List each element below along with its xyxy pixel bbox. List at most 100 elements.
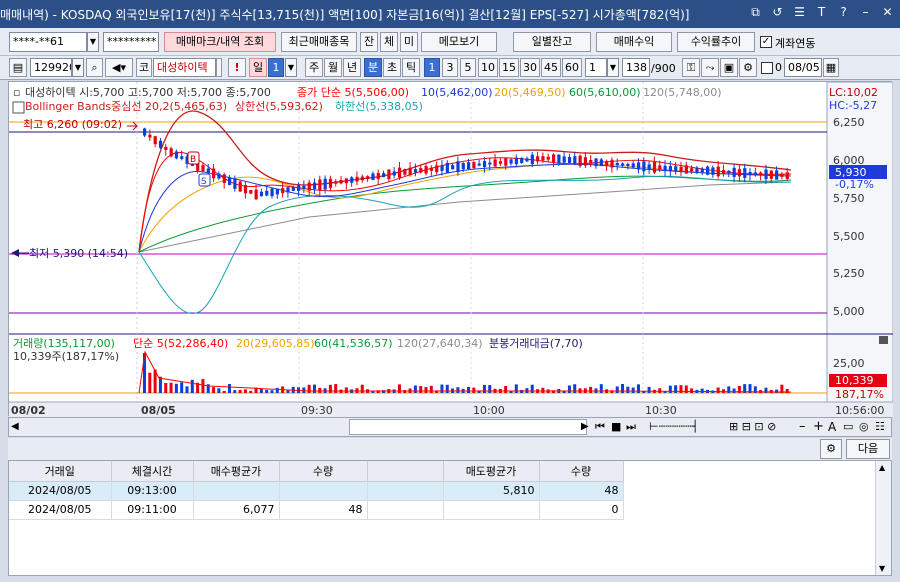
volume-bar <box>174 383 178 393</box>
sound-icon[interactable]: ◀▾ <box>105 58 133 77</box>
date-field[interactable]: 08/05 <box>784 58 822 77</box>
col-exec-time[interactable]: 체결시간 <box>111 461 194 482</box>
stock-code-field[interactable]: 129920 <box>30 58 72 77</box>
close-icon[interactable]: ✕ <box>879 4 896 21</box>
scroll-left-icon[interactable]: ◀ <box>11 421 19 432</box>
period-tick-button[interactable]: 틱 <box>402 58 420 77</box>
sell-marker[interactable]: S <box>201 177 207 187</box>
rewind-icon[interactable]: ⏮ <box>595 420 605 434</box>
indicator-icon[interactable]: ⚿ <box>682 58 700 77</box>
col-sell-qty[interactable]: 수량 <box>539 461 624 482</box>
stock-name-field[interactable]: 대성하이텍 <box>153 58 216 77</box>
minute-1-button[interactable]: 1 <box>424 58 440 77</box>
stock-code-dropdown-icon[interactable]: ▼ <box>72 58 84 77</box>
calendar-icon[interactable]: ▦ <box>823 58 839 77</box>
period-year-button[interactable]: 년 <box>343 58 361 77</box>
trade-table: 거래일 체결시간 매수평균가 수량 매도평균가 수량 2024/08/05 09… <box>9 461 624 520</box>
table-vertical-scrollbar[interactable]: ▲ ▼ <box>875 461 891 575</box>
date-checkbox[interactable] <box>761 62 773 74</box>
interval-field[interactable]: 1 <box>585 58 607 77</box>
minute-5-button[interactable]: 5 <box>460 58 476 77</box>
minute-10-button[interactable]: 10 <box>478 58 498 77</box>
account-number-field[interactable]: ****-**61 <box>9 32 87 52</box>
stop-icon[interactable]: ■ <box>611 420 621 433</box>
scroll-up-icon[interactable]: ▲ <box>879 463 885 472</box>
restore-window-icon[interactable]: ⧉ <box>747 4 764 21</box>
zoom-tools-icon[interactable]: ⊞ ⊟ ⊡ ⊘ <box>729 420 776 433</box>
scroll-down-icon[interactable]: ▼ <box>879 564 885 573</box>
table-row[interactable]: 2024/08/05 09:13:00 5,810 48 <box>9 481 624 501</box>
stock-name-spin[interactable] <box>216 58 222 77</box>
chart-tool-icon[interactable]: ⤳ <box>701 58 719 77</box>
memo-button[interactable]: 메모보기 <box>421 32 497 52</box>
day-count-field[interactable]: 1 <box>268 58 284 77</box>
minute-15-button[interactable]: 15 <box>499 58 519 77</box>
period-minute-button[interactable]: 분 <box>364 58 382 77</box>
volume-bar <box>504 386 508 393</box>
zoom-in-icon[interactable]: + <box>813 419 824 434</box>
trade-profit-button[interactable]: 매매수익 <box>596 32 672 52</box>
day-count-dropdown-icon[interactable]: ▼ <box>285 58 297 77</box>
buy-marker[interactable]: B <box>190 155 196 165</box>
cell-buy-avg: 6,077 <box>193 500 280 520</box>
executed-button[interactable]: 체 <box>380 32 398 52</box>
minimize-icon[interactable]: – <box>857 4 874 21</box>
chart-scrollbar[interactable]: ◀ ▶ ⏮ ■ ⏭ ⊢┄┄┄┄┄┤ ⊞ ⊟ ⊡ ⊘ – + A ▭ ◎ ☷ <box>8 417 892 437</box>
account-link-checkbox[interactable]: ✓ <box>760 36 772 48</box>
zoom-out-icon[interactable]: – <box>799 419 806 434</box>
minute-30-button[interactable]: 30 <box>520 58 540 77</box>
period-second-button[interactable]: 초 <box>383 58 401 77</box>
settings-gear-icon[interactable]: ⚙ <box>739 58 757 77</box>
col-buy-avg[interactable]: 매수평균가 <box>193 461 280 482</box>
period-month-button[interactable]: 월 <box>324 58 342 77</box>
table-row[interactable]: 2024/08/05 09:11:00 6,077 48 0 <box>9 500 624 520</box>
results-settings-gear-icon[interactable]: ⚙ <box>820 439 842 459</box>
save-icon[interactable]: ▣ <box>720 58 738 77</box>
scroll-right-icon[interactable]: ▶ <box>581 421 589 432</box>
recent-stocks-button[interactable]: 최근매매종목 <box>281 32 357 52</box>
col-trade-date[interactable]: 거래일 <box>9 461 112 482</box>
ohlc-header: 대성하이텍 시:5,700 고:5,700 저:5,700 종:5,700 <box>25 85 271 99</box>
fast-forward-icon[interactable]: ⏭ <box>626 420 636 434</box>
minute-60-button[interactable]: 60 <box>562 58 582 77</box>
profit-trend-button[interactable]: 수익률추이 <box>677 32 755 52</box>
alert-button[interactable]: ! <box>228 58 246 77</box>
bar-count-field[interactable]: 138 <box>622 58 650 77</box>
minute-45-button[interactable]: 45 <box>541 58 561 77</box>
daily-balance-button[interactable]: 일별잔고 <box>513 32 591 52</box>
font-icon[interactable]: T <box>813 4 830 21</box>
interval-dropdown-icon[interactable]: ▼ <box>607 58 619 77</box>
cell-buy-avg <box>193 481 280 501</box>
market-kosdaq-button[interactable]: 코 <box>136 58 152 77</box>
col-buy-qty[interactable]: 수량 <box>279 461 368 482</box>
scroll-thumb[interactable] <box>349 419 587 435</box>
balance-button[interactable]: 잔 <box>360 32 378 52</box>
candle-body <box>706 166 710 175</box>
volume-bar <box>275 387 279 393</box>
color-palette-icon[interactable]: ◎ <box>859 420 869 433</box>
minute-3-button[interactable]: 3 <box>442 58 458 77</box>
refresh-icon[interactable]: ↺ <box>769 4 786 21</box>
period-week-button[interactable]: 주 <box>305 58 323 77</box>
volume-bar <box>413 385 417 393</box>
candle-body <box>775 170 779 180</box>
trade-mark-query-button[interactable]: 매매마크/내역 조회 <box>164 32 276 52</box>
candle-body <box>684 165 688 174</box>
chart-area[interactable]: B S 최고 6,260 (09:02) 최저 5,390 (14:54) ▫ … <box>8 81 893 417</box>
menu-icon[interactable]: ☰ <box>791 4 808 21</box>
text-tool-icon[interactable]: A <box>828 420 836 434</box>
candle-body <box>467 162 471 169</box>
period-day-button[interactable]: 일 <box>249 58 267 77</box>
candle-body <box>392 171 396 176</box>
account-dropdown-icon[interactable]: ▼ <box>87 32 99 52</box>
zoom-slider-icon[interactable]: ⊢┄┄┄┄┄┤ <box>649 420 698 433</box>
search-icon[interactable]: ⌕ <box>86 58 103 77</box>
col-sell-avg[interactable]: 매도평균가 <box>443 461 540 482</box>
unexecuted-button[interactable]: 미 <box>400 32 418 52</box>
password-field[interactable]: ********* <box>103 32 159 52</box>
next-button[interactable]: 다음 <box>846 439 890 459</box>
overlay-icon[interactable]: ▭ <box>843 420 853 433</box>
chart-type-icon[interactable]: ☷ <box>875 420 885 433</box>
help-icon[interactable]: ? <box>835 4 852 21</box>
chart-menu-icon[interactable]: ▤ <box>9 58 27 77</box>
